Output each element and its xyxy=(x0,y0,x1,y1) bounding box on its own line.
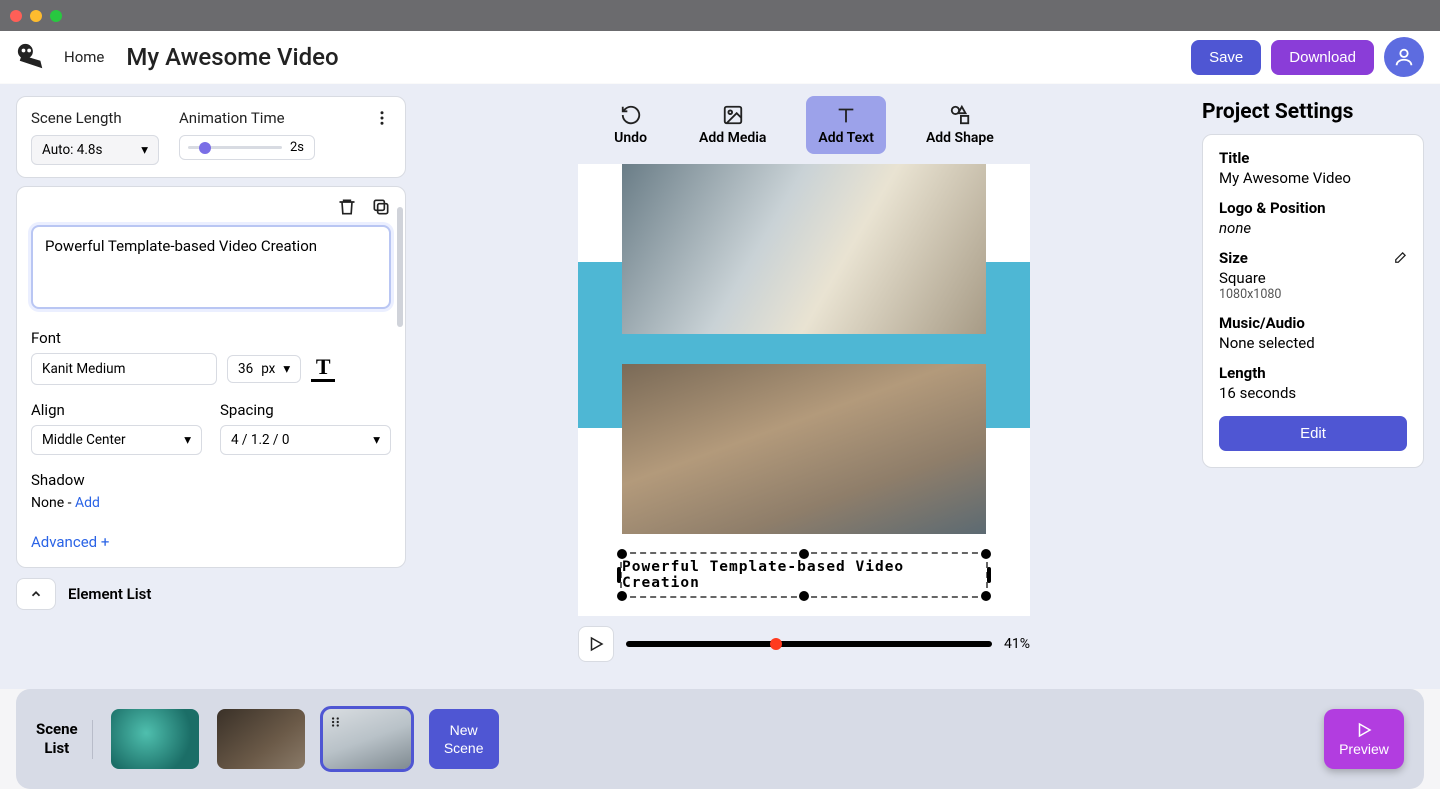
window-titlebar xyxy=(0,0,1440,31)
user-avatar-button[interactable] xyxy=(1384,37,1424,77)
shadow-label: Shadow xyxy=(31,471,391,489)
scene-thumbnail-1[interactable] xyxy=(111,709,199,769)
add-text-label: Add Text xyxy=(818,130,874,146)
download-button[interactable]: Download xyxy=(1271,40,1374,75)
undo-button[interactable]: Undo xyxy=(602,96,659,154)
project-settings-heading: Project Settings xyxy=(1202,100,1424,124)
app-logo-icon xyxy=(16,42,46,72)
ps-size-label: Size xyxy=(1219,249,1248,267)
advanced-toggle[interactable]: Advanced + xyxy=(31,533,391,551)
home-link[interactable]: Home xyxy=(64,48,104,66)
font-size-unit: px xyxy=(261,361,275,377)
close-window-icon[interactable] xyxy=(10,10,22,22)
scene-thumbnail-2[interactable] xyxy=(217,709,305,769)
timeline-thumb[interactable] xyxy=(770,638,782,650)
ps-title-label: Title xyxy=(1219,149,1407,167)
spacing-select[interactable]: 4 / 1.2 / 0 ▾ xyxy=(220,425,391,455)
align-select[interactable]: Middle Center ▾ xyxy=(31,425,202,455)
project-settings-edit-button[interactable]: Edit xyxy=(1219,416,1407,451)
ps-size-value: Square xyxy=(1219,269,1407,287)
scene-thumbnail-3[interactable] xyxy=(323,709,411,769)
text-editor-card: Font Kanit Medium 36 px ▾ T Align Middle xyxy=(16,186,406,568)
font-family-select[interactable]: Kanit Medium xyxy=(31,353,217,385)
scene-length-label: Scene Length xyxy=(31,109,159,127)
delete-icon[interactable] xyxy=(337,197,357,217)
scene-strip: SceneList NewScene Preview xyxy=(16,689,1424,789)
app-header: Home My Awesome Video Save Download xyxy=(0,31,1440,84)
add-text-button[interactable]: Add Text xyxy=(806,96,886,154)
shadow-add-link[interactable]: Add xyxy=(75,495,100,511)
canvas-image-mid[interactable] xyxy=(622,364,986,534)
save-button[interactable]: Save xyxy=(1191,40,1261,75)
animation-time-slider[interactable]: 2s xyxy=(179,135,315,160)
scene-list-label: SceneList xyxy=(36,720,93,759)
align-value: Middle Center xyxy=(42,432,126,448)
scene-length-value: Auto: 4.8s xyxy=(42,142,102,158)
ps-size-dim: 1080x1080 xyxy=(1219,287,1407,302)
element-list-label: Element List xyxy=(68,585,151,603)
minimize-window-icon[interactable] xyxy=(30,10,42,22)
ps-logo-value: none xyxy=(1219,219,1407,237)
text-color-button[interactable]: T xyxy=(311,356,335,382)
add-shape-label: Add Shape xyxy=(926,130,994,146)
project-title[interactable]: My Awesome Video xyxy=(126,43,338,71)
font-size-field[interactable]: 36 px ▾ xyxy=(227,355,301,383)
ps-music-value: None selected xyxy=(1219,334,1407,352)
font-size-value: 36 xyxy=(238,361,253,377)
canvas-text-element[interactable]: Powerful Template-based Video Creation xyxy=(620,552,988,598)
chevron-down-icon: ▾ xyxy=(283,361,290,377)
maximize-window-icon[interactable] xyxy=(50,10,62,22)
duplicate-icon[interactable] xyxy=(371,197,391,217)
timeline-slider[interactable] xyxy=(626,641,992,647)
ps-length-label: Length xyxy=(1219,364,1407,382)
preview-label: Preview xyxy=(1339,741,1389,757)
project-settings-card: Title My Awesome Video Logo & Position n… xyxy=(1202,134,1424,468)
scene-controls-card: Scene Length Auto: 4.8s ▾ Animation Time… xyxy=(16,96,406,178)
ps-logo-label: Logo & Position xyxy=(1219,199,1407,217)
font-label: Font xyxy=(31,329,391,347)
traffic-lights xyxy=(10,10,62,22)
ps-title-value: My Awesome Video xyxy=(1219,169,1407,187)
more-options-icon[interactable] xyxy=(373,109,391,127)
text-content-input[interactable] xyxy=(31,225,391,309)
play-button[interactable] xyxy=(578,626,614,662)
new-scene-button[interactable]: NewScene xyxy=(429,709,499,769)
ps-length-value: 16 seconds xyxy=(1219,384,1407,402)
shadow-value: None - xyxy=(31,495,75,511)
drag-handle-icon[interactable] xyxy=(329,715,343,729)
chevron-down-icon: ▾ xyxy=(141,142,148,158)
editor-scrollbar[interactable] xyxy=(397,207,403,555)
preview-button[interactable]: Preview xyxy=(1324,709,1404,769)
align-label: Align xyxy=(31,401,202,419)
scene-length-select[interactable]: Auto: 4.8s ▾ xyxy=(31,135,159,165)
animation-time-value: 2s xyxy=(290,140,304,155)
ps-music-label: Music/Audio xyxy=(1219,314,1407,332)
add-media-button[interactable]: Add Media xyxy=(687,96,778,154)
animation-time-label: Animation Time xyxy=(179,109,315,127)
canvas-toolbar: Undo Add Media Add Text Add Shape xyxy=(602,96,1006,154)
canvas-text-value: Powerful Template-based Video Creation xyxy=(622,559,986,591)
add-media-label: Add Media xyxy=(699,130,766,146)
edit-size-icon[interactable] xyxy=(1392,251,1407,266)
spacing-value: 4 / 1.2 / 0 xyxy=(231,432,289,448)
canvas-image-top[interactable] xyxy=(622,164,986,334)
chevron-down-icon: ▾ xyxy=(373,432,380,448)
timeline-percent: 41% xyxy=(1004,636,1030,652)
element-list-toggle[interactable] xyxy=(16,578,56,610)
add-shape-button[interactable]: Add Shape xyxy=(914,96,1006,154)
chevron-down-icon: ▾ xyxy=(184,432,191,448)
canvas[interactable]: Powerful Template-based Video Creation xyxy=(578,164,1030,616)
undo-label: Undo xyxy=(614,130,647,146)
spacing-label: Spacing xyxy=(220,401,391,419)
